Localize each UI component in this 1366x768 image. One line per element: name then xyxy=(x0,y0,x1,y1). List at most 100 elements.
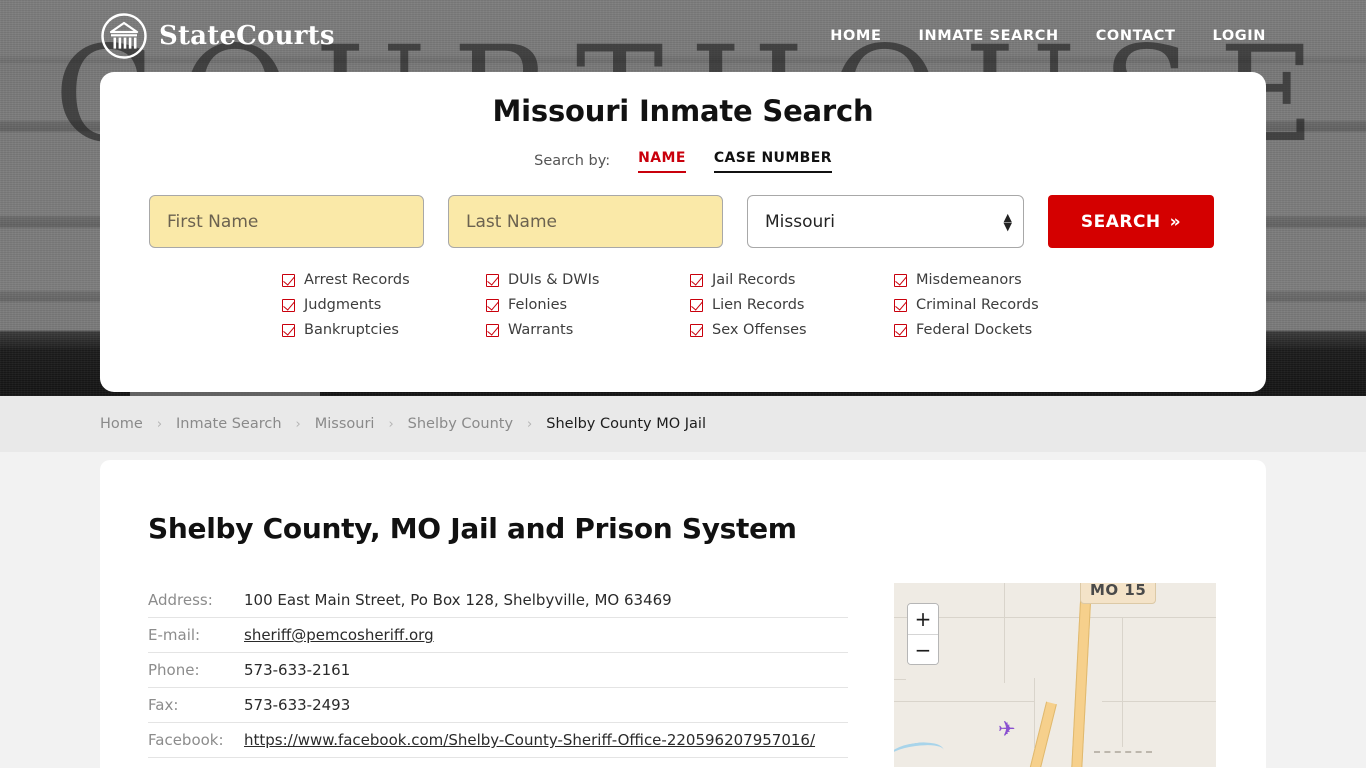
checkbox-checked-icon[interactable] xyxy=(894,298,907,312)
search-by-label: Search by: xyxy=(534,153,611,169)
detail-value-email: sheriff@pemcosheriff.org xyxy=(244,626,434,644)
inmate-search-panel: Missouri Inmate Search Search by: NAME C… xyxy=(100,72,1266,392)
detail-value-phone: 573-633-2161 xyxy=(244,661,351,679)
nav-item-inmate-search[interactable]: INMATE SEARCH xyxy=(918,28,1058,44)
main-navigation: HOME INMATE SEARCH CONTACT LOGIN xyxy=(830,28,1266,44)
tab-search-by-case-number[interactable]: CASE NUMBER xyxy=(713,150,832,173)
search-form: Missouri ▲▼ SEARCH » xyxy=(100,195,1266,248)
breadcrumb-item-missouri[interactable]: Missouri xyxy=(315,416,375,432)
airplane-icon: ✈ xyxy=(998,717,1016,741)
checkbox-checked-icon[interactable] xyxy=(690,323,703,337)
breadcrumb-item-shelby-county[interactable]: Shelby County xyxy=(408,416,513,432)
brand-logo-link[interactable]: StateCourts xyxy=(100,12,335,60)
record-type-label: Federal Dockets xyxy=(916,322,1033,338)
map-zoom-in-button[interactable]: + xyxy=(908,604,938,634)
map-gridline xyxy=(1034,678,1035,748)
breadcrumb-item-inmate-search[interactable]: Inmate Search xyxy=(176,416,282,432)
brand-name: StateCourts xyxy=(159,21,335,51)
table-row: Address: 100 East Main Street, Po Box 12… xyxy=(148,583,848,618)
record-type-label: Arrest Records xyxy=(304,272,410,288)
first-name-input[interactable] xyxy=(149,195,424,248)
record-type-label: Felonies xyxy=(508,297,568,313)
record-type-label: Sex Offenses xyxy=(712,322,807,338)
location-map[interactable]: ✈ MO 15 + − xyxy=(894,583,1216,767)
site-header: StateCourts HOME INMATE SEARCH CONTACT L… xyxy=(0,0,1366,72)
table-row: Phone: 573-633-2161 xyxy=(148,653,848,688)
record-type-label: Lien Records xyxy=(712,297,805,313)
map-gridline xyxy=(1102,701,1216,702)
map-highway-road xyxy=(1070,583,1093,767)
checkbox-checked-icon[interactable] xyxy=(486,298,499,312)
courthouse-circle-icon xyxy=(101,13,147,59)
map-gridline xyxy=(894,617,1216,618)
record-type-item[interactable]: Lien Records xyxy=(690,297,894,313)
checkbox-checked-icon[interactable] xyxy=(282,273,295,287)
state-select[interactable]: Missouri xyxy=(747,195,1024,248)
breadcrumb-item-home[interactable]: Home xyxy=(100,416,143,432)
map-highway-road-bend xyxy=(1026,701,1057,767)
record-type-item[interactable]: Criminal Records xyxy=(894,297,1098,313)
checkbox-checked-icon[interactable] xyxy=(282,298,295,312)
search-by-row: Search by: NAME CASE NUMBER xyxy=(100,150,1266,173)
breadcrumb-separator-icon: › xyxy=(388,416,394,432)
record-type-item[interactable]: Judgments xyxy=(282,297,486,313)
table-row: Facebook: https://www.facebook.com/Shelb… xyxy=(148,723,848,758)
detail-label-address: Address: xyxy=(148,591,213,609)
record-type-label: Criminal Records xyxy=(916,297,1039,313)
map-gridline xyxy=(1122,617,1123,747)
checkbox-checked-icon[interactable] xyxy=(690,273,703,287)
record-type-item[interactable]: Arrest Records xyxy=(282,272,486,288)
checkbox-checked-icon[interactable] xyxy=(486,273,499,287)
nav-item-contact[interactable]: CONTACT xyxy=(1096,28,1176,44)
facility-content-card: Shelby County, MO Jail and Prison System… xyxy=(100,460,1266,768)
record-type-label: Judgments xyxy=(304,297,382,313)
map-zoom-out-button[interactable]: − xyxy=(908,634,938,664)
map-gridline xyxy=(894,679,906,680)
record-type-item[interactable]: DUIs & DWIs xyxy=(486,272,690,288)
record-type-label: Misdemeanors xyxy=(916,272,1022,288)
nav-item-home[interactable]: HOME xyxy=(830,28,881,44)
breadcrumb-separator-icon: › xyxy=(156,416,163,432)
search-button-label: SEARCH xyxy=(1080,211,1161,232)
checkbox-checked-icon[interactable] xyxy=(486,323,499,337)
detail-label-email: E-mail: xyxy=(148,626,201,644)
map-stream xyxy=(894,739,946,767)
table-row: Fax: 573-633-2493 xyxy=(148,688,848,723)
double-chevron-right-icon: » xyxy=(1169,211,1182,232)
checkbox-checked-icon[interactable] xyxy=(894,273,907,287)
record-type-item[interactable]: Misdemeanors xyxy=(894,272,1098,288)
facility-detail-area: Address: 100 East Main Street, Po Box 12… xyxy=(100,583,1266,767)
record-type-item[interactable]: Sex Offenses xyxy=(690,322,894,338)
breadcrumb-separator-icon: › xyxy=(527,416,533,432)
record-type-label: Jail Records xyxy=(712,272,796,288)
record-type-item[interactable]: Felonies xyxy=(486,297,690,313)
record-type-item[interactable]: Warrants xyxy=(486,322,690,338)
detail-label-fax: Fax: xyxy=(148,696,179,714)
last-name-input[interactable] xyxy=(448,195,723,248)
checkbox-checked-icon[interactable] xyxy=(282,323,295,337)
nav-item-login[interactable]: LOGIN xyxy=(1213,28,1266,44)
map-highway-shield-label: MO 15 xyxy=(1080,583,1157,604)
page-title: Shelby County, MO Jail and Prison System xyxy=(148,512,797,545)
checkbox-checked-icon[interactable] xyxy=(690,298,703,312)
record-type-label: Warrants xyxy=(508,322,574,338)
checkbox-checked-icon[interactable] xyxy=(894,323,907,337)
tab-search-by-name[interactable]: NAME xyxy=(638,150,686,173)
detail-value-address: 100 East Main Street, Po Box 128, Shelby… xyxy=(244,591,672,609)
search-panel-title: Missouri Inmate Search xyxy=(492,94,874,128)
search-button[interactable]: SEARCH » xyxy=(1048,195,1214,248)
record-type-item[interactable]: Bankruptcies xyxy=(282,322,486,338)
breadcrumb-separator-icon: › xyxy=(295,416,301,432)
detail-label-facebook: Facebook: xyxy=(148,731,224,749)
breadcrumb-item-current: Shelby County MO Jail xyxy=(546,416,706,432)
table-row: E-mail: sheriff@pemcosheriff.org xyxy=(148,618,848,653)
detail-value-fax: 573-633-2493 xyxy=(244,696,351,714)
record-type-item[interactable]: Jail Records xyxy=(690,272,894,288)
state-select-wrapper: Missouri ▲ ▼ xyxy=(747,195,1024,248)
record-type-item[interactable]: Federal Dockets xyxy=(894,322,1098,338)
facebook-link[interactable]: https://www.facebook.com/Shelby-County-S… xyxy=(244,731,815,749)
map-gridline xyxy=(894,701,1034,702)
email-link[interactable]: sheriff@pemcosheriff.org xyxy=(244,626,434,644)
record-type-label: DUIs & DWIs xyxy=(508,272,600,288)
page-body: Shelby County, MO Jail and Prison System… xyxy=(0,452,1366,768)
